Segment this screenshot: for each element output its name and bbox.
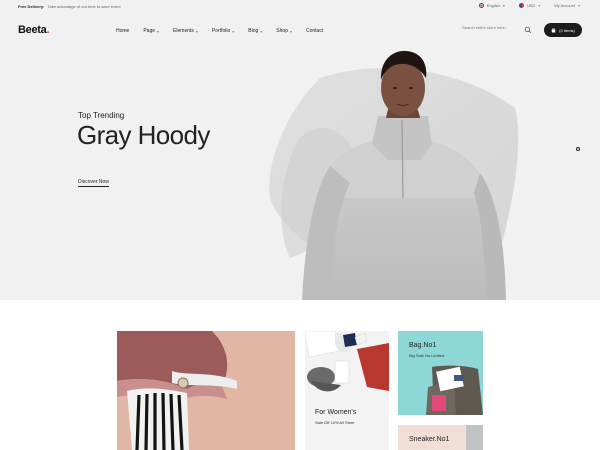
- knit-sweater-image: [117, 331, 295, 450]
- top-bar: Free Delivery: Take advantage of our time…: [0, 0, 600, 12]
- nav-item-contact[interactable]: Contact: [306, 28, 323, 34]
- discover-now-link[interactable]: Discover Now: [78, 179, 109, 187]
- currency-selector[interactable]: USD ▾: [518, 3, 541, 8]
- search-box: [462, 25, 534, 35]
- nav-label: Page: [143, 28, 156, 34]
- search-input[interactable]: [462, 25, 520, 30]
- promo-text: Free Delivery: Take advantage of our time…: [18, 4, 121, 9]
- hero-title: Gray Hoody: [77, 120, 210, 150]
- chevron-down-icon: ▾: [577, 3, 580, 8]
- nav-label: Home: [116, 28, 130, 34]
- chevron-down-icon: ▾: [538, 3, 541, 8]
- nav-item-shop[interactable]: Shop ▾: [276, 28, 292, 34]
- nav-item-blog[interactable]: Blog ▾: [248, 28, 262, 34]
- sneaker-title: Sneaker.No1: [409, 436, 450, 443]
- sneaker-image: [466, 425, 483, 450]
- currency-label: USD: [526, 3, 536, 8]
- banner-knitwear[interactable]: [117, 331, 295, 450]
- womens-title: For Women's: [315, 409, 357, 416]
- slider-dot[interactable]: [576, 147, 580, 151]
- chevron-down-icon: ▾: [195, 28, 198, 34]
- promo-strong: Free Delivery:: [18, 4, 45, 9]
- language-selector[interactable]: English ▾: [478, 3, 505, 8]
- shopping-bag-icon: [551, 27, 556, 32]
- chevron-down-icon: ▾: [260, 28, 263, 34]
- site-header: Beeta. Home Page ▾ Elements ▾ Portfolio ▾ B…: [0, 12, 600, 48]
- main-nav: Home Page ▾ Elements ▾ Portfolio ▾ Blog ▾ Sh…: [116, 28, 323, 34]
- nav-label: Contact: [306, 28, 324, 34]
- cart-button[interactable]: (0 Items): [544, 23, 582, 37]
- banner-bag[interactable]: Bag.No1 Big Sale No Limited: [398, 331, 483, 415]
- chevron-down-icon: ▾: [289, 28, 292, 34]
- nav-label: Elements: [173, 28, 194, 34]
- account-menu[interactable]: My Account ▾: [554, 3, 580, 8]
- banner-sneaker[interactable]: Sneaker.No1: [398, 425, 483, 450]
- accessories-flatlay-image: [305, 331, 389, 401]
- logo-text: Beeta: [18, 24, 47, 36]
- banner-womens[interactable]: For Women's Sale Off 10% All Store: [305, 331, 389, 450]
- hero-tagline: Top Trending: [78, 111, 125, 120]
- chevron-down-icon: ▾: [232, 28, 235, 34]
- uk-flag-icon: [478, 3, 484, 8]
- us-flag-icon: [518, 3, 524, 8]
- hero-slider: Top Trending Gray Hoody Discover Now: [0, 48, 600, 300]
- search-icon[interactable]: [524, 26, 532, 34]
- hero-model-image: [269, 50, 519, 300]
- slider-pagination: [576, 147, 580, 151]
- womens-subtitle: Sale Off 10% All Store: [315, 420, 355, 425]
- nav-label: Blog: [248, 28, 259, 34]
- site-logo[interactable]: Beeta.: [18, 24, 50, 36]
- chevron-down-icon: ▾: [157, 28, 160, 34]
- nav-item-page[interactable]: Page ▾: [143, 28, 159, 34]
- nav-item-portfolio[interactable]: Portfolio ▾: [212, 28, 234, 34]
- nav-item-home[interactable]: Home: [116, 28, 129, 34]
- promo-message: Take advantage of our time to save event: [47, 4, 121, 9]
- nav-item-elements[interactable]: Elements ▾: [173, 28, 198, 34]
- nav-label: Portfolio: [211, 28, 231, 34]
- bag-subtitle: Big Sale No Limited: [409, 353, 445, 358]
- cart-label: (0 Items): [559, 27, 575, 33]
- logo-dot: .: [46, 24, 50, 36]
- bag-title: Bag.No1: [409, 342, 437, 349]
- account-label: My Account: [554, 3, 575, 8]
- language-label: English: [486, 3, 500, 8]
- nav-label: Shop: [276, 28, 288, 34]
- backpack-image: [426, 365, 483, 415]
- chevron-down-icon: ▾: [502, 3, 505, 8]
